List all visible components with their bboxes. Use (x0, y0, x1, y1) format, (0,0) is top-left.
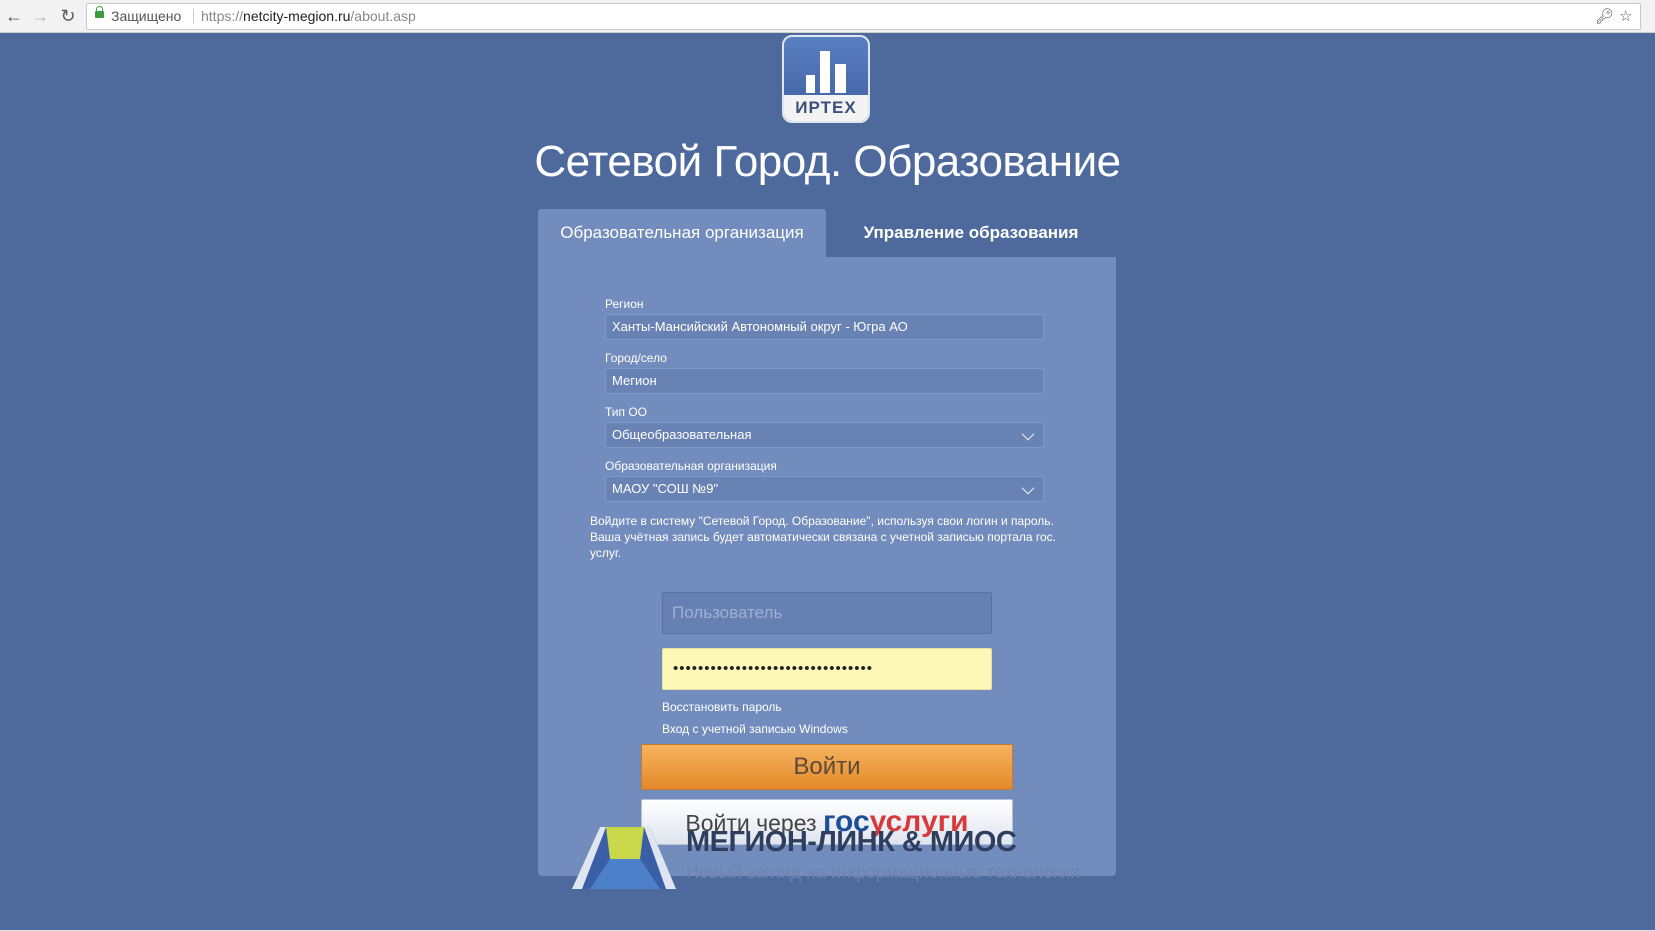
org-type-value: Общеобразовательная (612, 427, 752, 442)
security-label: Защищено (111, 8, 182, 24)
organization-label: Образовательная организация (605, 459, 777, 473)
address-separator (193, 9, 194, 24)
chevron-down-icon (1021, 427, 1035, 441)
password-input[interactable]: •••••••••••••••••••••••••••••••• (662, 648, 992, 690)
star-icon[interactable]: ☆ (1619, 4, 1632, 29)
login-panel: Регион Ханты-Мансийский Автономный округ… (538, 257, 1116, 876)
organization-select[interactable]: МАОУ "СОШ №9" (605, 476, 1044, 502)
logo-text: ИРТЕХ (784, 95, 868, 121)
back-arrow-icon[interactable]: ← (2, 4, 26, 28)
org-type-label: Тип ОО (605, 405, 648, 419)
city-field[interactable]: Мегион (605, 368, 1044, 394)
irtech-logo: ИРТЕХ (782, 35, 870, 123)
login-info-text: Войдите в систему "Сетевой Город. Образо… (590, 514, 1056, 560)
reload-icon[interactable]: ↻ (56, 4, 80, 28)
url-text[interactable]: https://netcity-megion.ru/about.asp (201, 4, 416, 29)
footer-title: МЕГИОН-ЛИНК & МИОС (686, 826, 1017, 858)
megion-link-logo (572, 827, 676, 889)
tab-educational-organization[interactable]: Образовательная организация (538, 209, 826, 257)
browser-toolbar: ← → ↻ Защищено https://netcity-megion.ru… (0, 0, 1655, 33)
tab-education-management[interactable]: Управление образования (826, 209, 1116, 257)
city-label: Город/село (605, 351, 667, 365)
username-input[interactable]: Пользователь (662, 592, 992, 634)
key-icon[interactable]: 🔑︎ (1595, 4, 1614, 29)
windows-login-link[interactable]: Вход с учетной записью Windows (662, 722, 848, 736)
lock-icon (95, 6, 104, 18)
footer-subtitle: Новый взгляд на информационные технологи… (686, 862, 1081, 882)
org-type-select[interactable]: Общеобразовательная (605, 422, 1044, 448)
region-field[interactable]: Ханты-Мансийский Автономный округ - Югра… (605, 314, 1044, 340)
region-label: Регион (605, 297, 644, 311)
restore-password-link[interactable]: Восстановить пароль (662, 700, 782, 714)
page-title: Сетевой Город. Образование (534, 137, 1121, 186)
address-bar[interactable]: Защищено https://netcity-megion.ru/about… (86, 3, 1641, 30)
chevron-down-icon (1021, 481, 1035, 495)
page-background: ИРТЕХ Сетевой Город. Образование Образов… (0, 33, 1655, 931)
organization-value: МАОУ "СОШ №9" (612, 481, 719, 496)
login-button[interactable]: Войти (641, 744, 1013, 790)
forward-arrow-icon[interactable]: → (28, 4, 52, 28)
